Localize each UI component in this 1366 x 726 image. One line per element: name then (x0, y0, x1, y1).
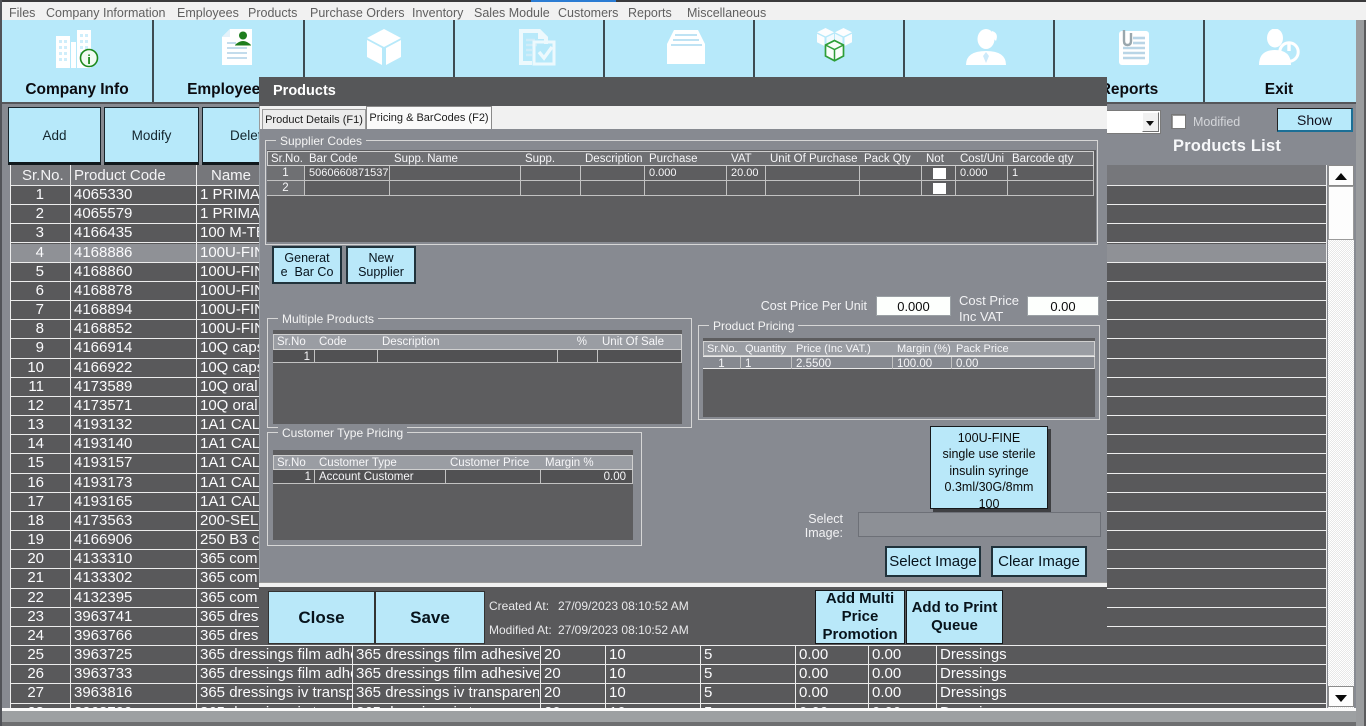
svg-text:i: i (87, 52, 91, 67)
